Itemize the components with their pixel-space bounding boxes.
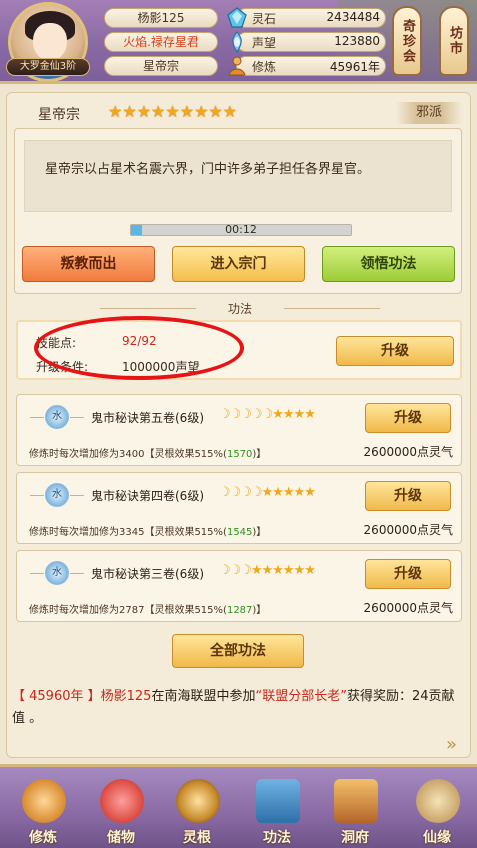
comprehend-skill-button[interactable]: 领悟功法 (322, 246, 455, 282)
player-sect: 星帝宗 (104, 56, 218, 76)
spirit-root-icon (176, 779, 220, 823)
upgrade-sect-skill-button[interactable]: 升级 (336, 336, 454, 366)
skill-effect: 修炼时每次增加修为3400【灵根效果515%(1570)】 (29, 445, 266, 460)
skill-effect-text: 修炼时每次增加修为2787【灵根效果515%( (29, 605, 227, 616)
skill-name: 鬼市秘诀第五卷(6级) (91, 411, 204, 425)
sect-timer-progress: 00:12 (130, 224, 352, 236)
resource-label: 修炼 (252, 60, 277, 74)
skill-effect-bonus: 1287 (226, 605, 253, 616)
skill-upgrade-button[interactable]: 升级 (365, 403, 451, 433)
nav-spirit-root[interactable]: 灵根 (162, 767, 232, 848)
resource-reputation: 声望 123880 (226, 31, 386, 53)
skill-cost: 2600000点灵气 (363, 601, 453, 615)
news-mid: 在南海联盟中参加 (151, 689, 256, 704)
skill-upgrade-button[interactable]: 升级 (365, 481, 451, 511)
fate-icon (416, 779, 460, 823)
news-player: 杨影125 (100, 689, 152, 704)
sect-description: 星帝宗以占星术名震六界，门中许多弟子担任各界星官。 (45, 162, 371, 177)
news-event: “联盟分部长老” (255, 689, 347, 704)
skill-effect: 修炼时每次增加修为3345【灵根效果515%(1545)】 (29, 523, 266, 538)
nav-cultivate[interactable]: 修炼 (8, 767, 78, 848)
skill-cost: 2600000点灵气 (363, 445, 453, 459)
cave-mansion-icon (334, 779, 378, 823)
skill-cost: 2600000点灵气 (363, 523, 453, 537)
skill-level-moons: ☽☽☽★★★★★★ (219, 563, 316, 578)
skill-effect-bonus: 1545 (226, 527, 253, 538)
skills-section-title: 功法 (100, 300, 380, 316)
skill-card: 水 鬼市秘诀第四卷(6级) ☽☽☽☽★★★★★ 升级 修炼时每次增加修为3345… (16, 472, 462, 544)
resource-value: 45961年 (329, 60, 380, 74)
nav-storage[interactable]: 储物 (86, 767, 156, 848)
resource-label: 灵石 (252, 12, 277, 26)
faction-tag: 邪派 (396, 102, 462, 124)
skill-name: 鬼市秘诀第三卷(6级) (91, 567, 204, 581)
nav-label: 灵根 (183, 830, 211, 846)
resource-value: 123880 (334, 34, 380, 48)
market-button[interactable]: 坊市 (439, 6, 469, 76)
skill-effect-suffix: )】 (252, 605, 267, 616)
nav-label: 洞府 (341, 830, 369, 846)
player-name: 杨影125 (104, 8, 218, 28)
resource-spirit-stone: 灵石 2434484 (226, 7, 386, 28)
betray-sect-button[interactable]: 叛教而出 (22, 246, 155, 282)
skill-effect-suffix: )】 (252, 527, 267, 538)
bottom-nav: 修炼 储物 灵根 功法 洞府 仙缘 (0, 764, 477, 848)
sect-name: 星帝宗 (38, 107, 80, 123)
progress-timer: 00:12 (225, 223, 257, 236)
expand-arrow-icon[interactable]: » (446, 734, 457, 755)
water-element-icon: 水 (30, 483, 84, 507)
nav-label: 修炼 (29, 830, 57, 846)
skill-level-moons: ☽☽☽☽☽★★★★ (219, 407, 316, 422)
nav-label: 储物 (107, 830, 135, 846)
news-message: 【 45960年 】杨影125在南海联盟中参加“联盟分部长老”获得奖励：24贡献… (12, 686, 464, 730)
rank-badge: 大罗金仙3阶 (6, 58, 90, 76)
player-title[interactable]: 火焰.禄存星君 (104, 32, 218, 52)
avatar-face (33, 23, 67, 61)
resource-label: 声望 (252, 36, 277, 50)
enter-sect-button[interactable]: 进入宗门 (172, 246, 305, 282)
skill-upgrade-button[interactable]: 升级 (365, 559, 451, 589)
skill-card: 水 鬼市秘诀第五卷(6级) ☽☽☽☽☽★★★★ 升级 修炼时每次增加修为3400… (16, 394, 462, 466)
skill-card: 水 鬼市秘诀第三卷(6级) ☽☽☽★★★★★★ 升级 修炼时每次增加修为2787… (16, 550, 462, 622)
nav-label: 功法 (263, 830, 291, 846)
top-status-bar: 大罗金仙3阶 杨影125 火焰.禄存星君 星帝宗 灵石 2434484 声望 1… (0, 0, 477, 84)
skill-effect-text: 修炼时每次增加修为3345【灵根效果515%( (29, 527, 227, 538)
reputation-icon (232, 31, 242, 53)
highlight-ellipse (34, 316, 244, 380)
skill-name: 鬼市秘诀第四卷(6级) (91, 489, 204, 503)
skill-effect-suffix: )】 (252, 449, 267, 460)
water-element-icon: 水 (30, 561, 84, 585)
skill-level-moons: ☽☽☽☽★★★★★ (219, 485, 316, 500)
spirit-stone-icon (227, 7, 247, 28)
all-skills-button[interactable]: 全部功法 (172, 634, 304, 668)
resource-value: 2434484 (326, 10, 380, 24)
cultivation-icon (228, 56, 246, 76)
water-element-icon: 水 (30, 405, 84, 429)
nav-label: 仙缘 (423, 830, 451, 846)
cultivate-icon (22, 779, 66, 823)
storage-bag-icon (100, 779, 144, 823)
nav-cave-mansion[interactable]: 洞府 (320, 767, 390, 848)
skill-effect-text: 修炼时每次增加修为3400【灵根效果515%( (29, 449, 227, 460)
news-year: 【 45960年 】 (12, 689, 101, 704)
skill-book-icon (256, 779, 300, 823)
nav-skills[interactable]: 功法 (242, 767, 312, 848)
sect-description-box: 星帝宗以占星术名震六界，门中许多弟子担任各界星官。 (24, 140, 452, 212)
treasure-fair-button[interactable]: 奇珍会 (392, 6, 422, 76)
resource-cultivation: 修炼 45961年 (226, 56, 386, 76)
nav-fate[interactable]: 仙缘 (402, 767, 472, 848)
sect-rating-stars: ★★★★★★★★★ (108, 102, 238, 121)
skill-effect-bonus: 1570 (226, 449, 253, 460)
skill-effect: 修炼时每次增加修为2787【灵根效果515%(1287)】 (29, 601, 266, 616)
sect-header: 星帝宗 ★★★★★★★★★ 邪派 (14, 98, 464, 126)
